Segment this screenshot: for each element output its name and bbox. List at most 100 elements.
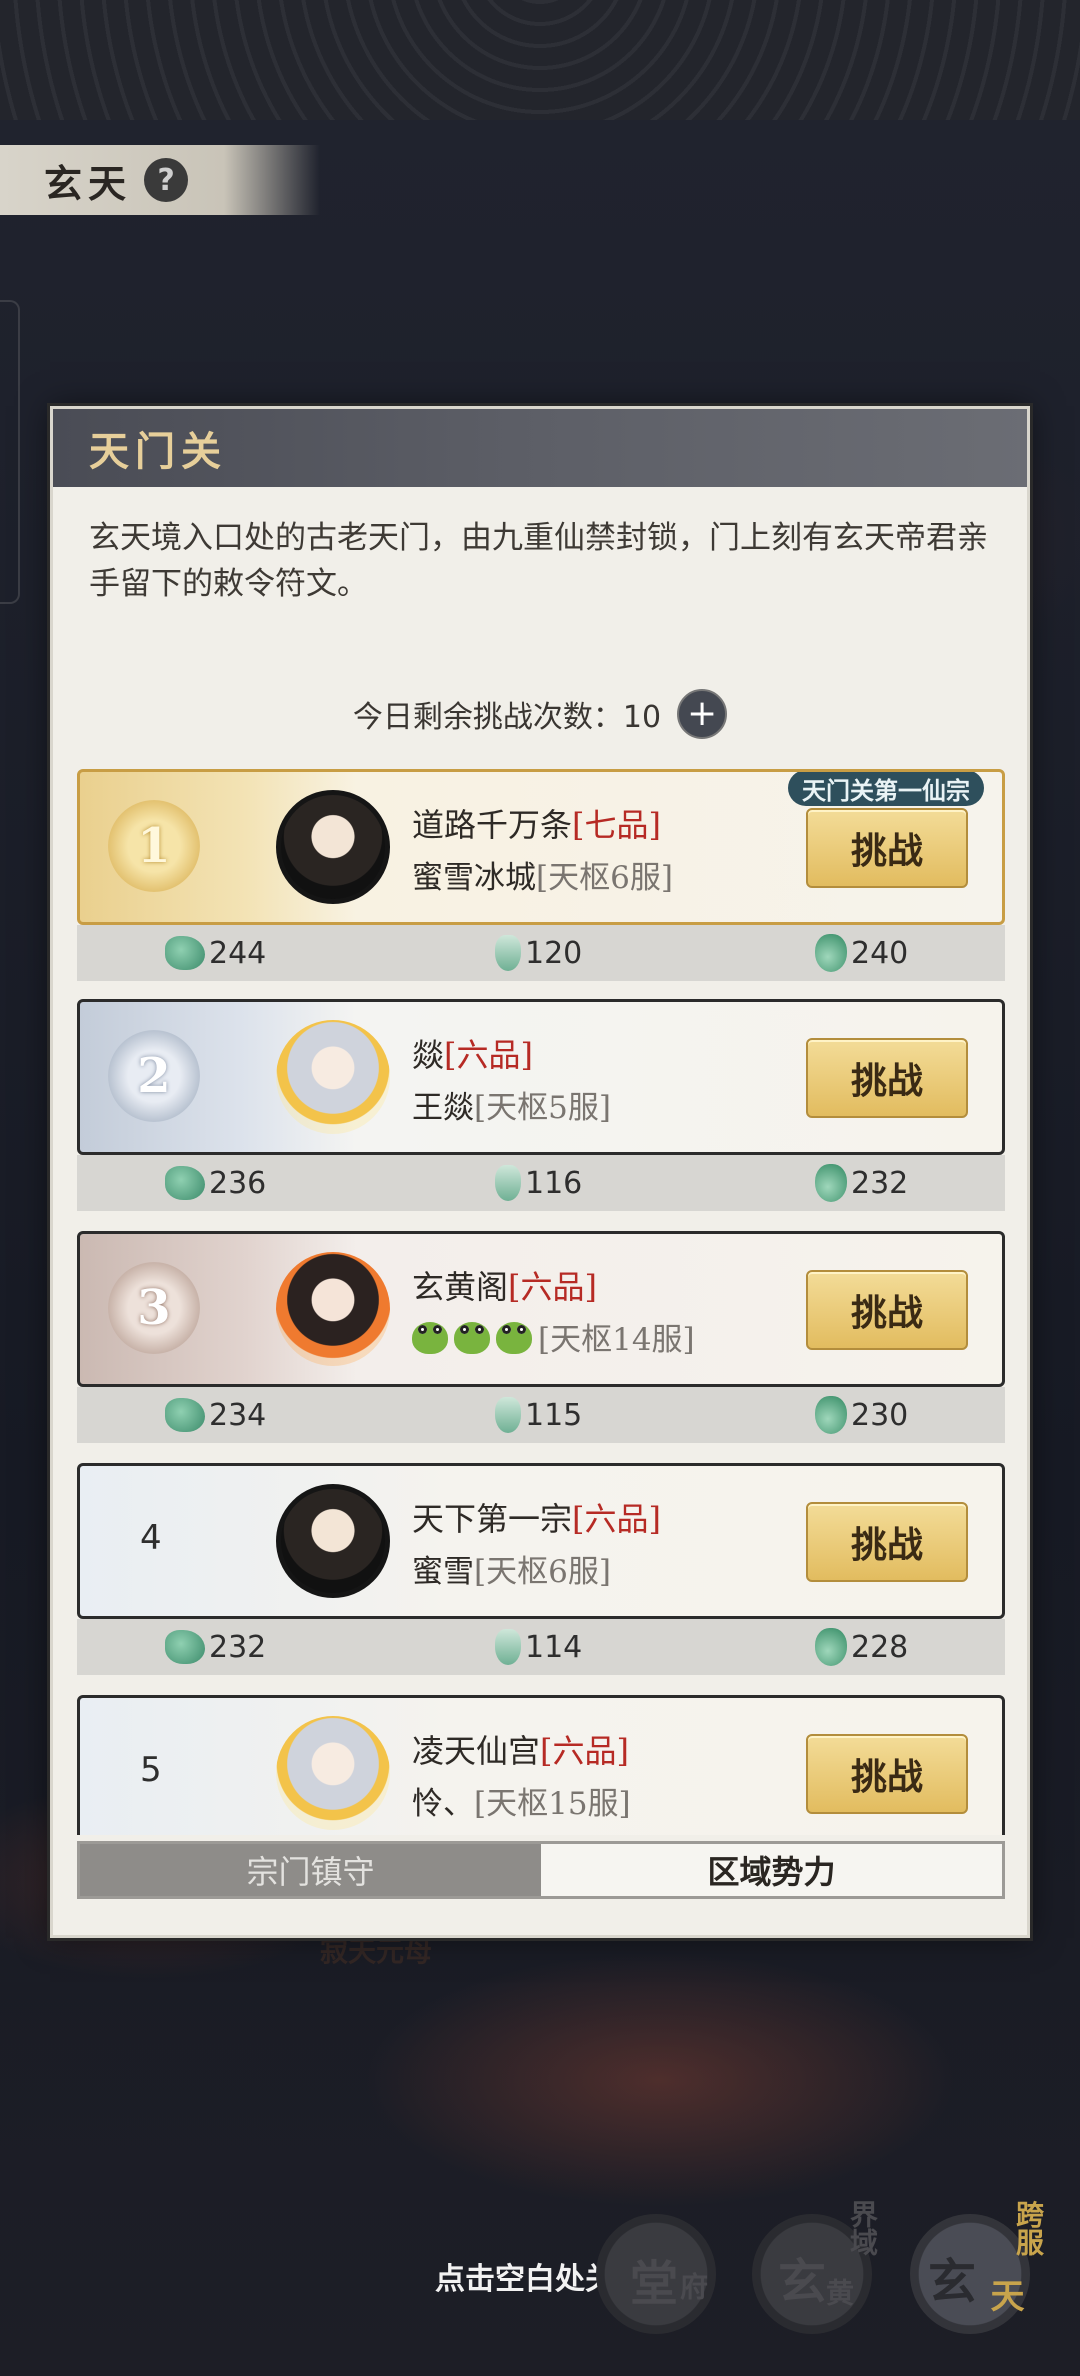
- avatar: [276, 1020, 390, 1134]
- top-pattern: [0, 0, 1080, 120]
- nav-button-xuantian[interactable]: 玄 跨服 天: [910, 2200, 1045, 2334]
- reward-1-value: 232: [209, 1629, 267, 1665]
- rank-row-5: 5 凌天仙宫[六品] 怜、[天枢15服] 挑战: [77, 1695, 1005, 1835]
- guild-label: 天下第一宗: [412, 1500, 573, 1538]
- rank-emblem-icon: 1: [108, 800, 200, 892]
- region-title: 玄天: [44, 160, 133, 206]
- guild-name: 燚[六品]: [412, 1030, 533, 1076]
- reward-1: 232: [165, 1630, 495, 1665]
- reward-2: 115: [495, 1397, 815, 1433]
- side-drawer-handle[interactable]: [0, 300, 20, 604]
- guild-grade: [六品]: [444, 1036, 533, 1074]
- reward-2-value: 114: [525, 1629, 583, 1665]
- guild-name: 凌天仙宫[六品]: [412, 1726, 629, 1772]
- nav-hall-sub: 府: [676, 2272, 709, 2300]
- player-info: 王燚[天枢5服]: [412, 1082, 611, 1127]
- flask-icon: [495, 1165, 521, 1201]
- rank-card[interactable]: 5 凌天仙宫[六品] 怜、[天枢15服] 挑战: [77, 1695, 1005, 1835]
- region-header: 玄天 ?: [0, 145, 320, 215]
- tab-region-forces[interactable]: 区域势力: [541, 1844, 1002, 1896]
- rank-card[interactable]: 4 天下第一宗[六品] 蜜雪[天枢6服] 挑战: [77, 1463, 1005, 1619]
- rewards-row: 244 120 240: [77, 925, 1005, 981]
- rewards-row: 236 116 232: [77, 1155, 1005, 1211]
- server-tag: [天枢5服]: [474, 1090, 611, 1126]
- reward-2-value: 115: [525, 1397, 583, 1433]
- rank-card[interactable]: 3 玄黄阁[六品] [天枢14服] 挑战: [77, 1231, 1005, 1387]
- server-tag: [天枢6服]: [474, 1554, 611, 1590]
- guild-label: 燚: [412, 1036, 445, 1074]
- player-name: 怜、: [412, 1786, 474, 1822]
- challenge-button[interactable]: 挑战: [806, 1502, 968, 1582]
- rank-number: 4: [140, 1518, 162, 1558]
- server-tag: [天枢6服]: [536, 860, 673, 896]
- reward-1: 244: [165, 936, 495, 971]
- spirit-leaf-icon: [165, 1398, 205, 1432]
- guild-label: 凌天仙宫: [412, 1732, 541, 1770]
- flask-icon: [495, 935, 521, 971]
- reward-2-value: 120: [525, 935, 583, 971]
- player-info: [天枢14服]: [412, 1314, 695, 1359]
- player-info: 怜、[天枢15服]: [412, 1778, 631, 1823]
- spirit-leaf-icon: [165, 1630, 205, 1664]
- nav-xuanhuang-label: 界域: [846, 2200, 879, 2256]
- reward-3: 240: [815, 934, 908, 972]
- reward-1-value: 244: [209, 935, 267, 971]
- challenge-button[interactable]: 挑战: [806, 1734, 968, 1814]
- rank-card[interactable]: 1 道路千万条[七品] 蜜雪冰城[天枢6服] 天门关第一仙宗 挑战: [77, 769, 1005, 925]
- top-sect-badge: 天门关第一仙宗: [788, 772, 984, 806]
- frog-icon: [454, 1322, 490, 1354]
- reward-3-value: 228: [851, 1629, 909, 1665]
- nav-xuantian-label: 跨服: [1012, 2200, 1045, 2256]
- reward-3-value: 230: [851, 1397, 909, 1433]
- guild-label: 玄黄阁: [412, 1268, 509, 1306]
- add-attempts-button[interactable]: +: [677, 689, 728, 739]
- panel-header: 天门关: [53, 409, 1027, 487]
- tab-sect-guard[interactable]: 宗门镇守: [80, 1844, 541, 1896]
- guild-grade: [六品]: [508, 1268, 597, 1306]
- rewards-row: 232 114 228: [77, 1619, 1005, 1675]
- nav-xuantian-main: 玄: [928, 2254, 977, 2310]
- nav-hall-main: 堂: [630, 2256, 679, 2312]
- help-icon[interactable]: ?: [144, 158, 189, 202]
- attempts-row: 今日剩余挑战次数：10 +: [53, 689, 1027, 739]
- guild-name: 道路千万条[七品]: [412, 800, 661, 846]
- gourd-icon: [815, 1628, 847, 1666]
- attempts-label: 今日剩余挑战次数：: [352, 700, 623, 735]
- flask-icon: [495, 1397, 521, 1433]
- guild-grade: [六品]: [572, 1500, 661, 1538]
- guild-grade: [七品]: [572, 806, 661, 844]
- reward-1-value: 234: [209, 1397, 267, 1433]
- rank-emblem-icon: 2: [108, 1030, 200, 1122]
- rank-row-2: 2 燚[六品] 王燚[天枢5服] 挑战 236 116 232: [77, 999, 1005, 1211]
- guild-name: 天下第一宗[六品]: [412, 1494, 661, 1540]
- gourd-icon: [815, 1396, 847, 1434]
- challenge-button[interactable]: 挑战: [806, 808, 968, 888]
- rank-row-3: 3 玄黄阁[六品] [天枢14服] 挑战 234 115 230: [77, 1231, 1005, 1443]
- rank-number: 5: [140, 1750, 162, 1790]
- challenge-button[interactable]: 挑战: [806, 1270, 968, 1350]
- nav-xuantian-sub: 天: [984, 2278, 1024, 2312]
- reward-3-value: 232: [851, 1165, 909, 1201]
- avatar: [276, 1252, 390, 1366]
- server-tag: [天枢15服]: [474, 1786, 631, 1822]
- flask-icon: [495, 1629, 521, 1665]
- rank-card[interactable]: 2 燚[六品] 王燚[天枢5服] 挑战: [77, 999, 1005, 1155]
- player-name: 王燚: [412, 1090, 474, 1126]
- reward-3-value: 240: [851, 935, 909, 971]
- nav-button-xuanhuang[interactable]: 玄 界域 黄: [752, 2200, 879, 2334]
- spirit-leaf-icon: [165, 936, 205, 970]
- rewards-row: 234 115 230: [77, 1387, 1005, 1443]
- player-info: 蜜雪[天枢6服]: [412, 1546, 611, 1591]
- avatar: [276, 1484, 390, 1598]
- challenge-button[interactable]: 挑战: [806, 1038, 968, 1118]
- player-name: 蜜雪: [412, 1554, 474, 1590]
- reward-1: 236: [165, 1166, 495, 1201]
- reward-2: 120: [495, 935, 815, 971]
- panel-title: 天门关: [89, 428, 227, 475]
- panel-tabs: 宗门镇守 区域势力: [77, 1841, 1005, 1899]
- guild-grade: [六品]: [540, 1732, 629, 1770]
- player-name: 蜜雪冰城: [412, 860, 536, 896]
- nav-button-hall[interactable]: 堂 府: [596, 2214, 716, 2334]
- rank-emblem-icon: 3: [108, 1262, 200, 1354]
- guild-name: 玄黄阁[六品]: [412, 1262, 597, 1308]
